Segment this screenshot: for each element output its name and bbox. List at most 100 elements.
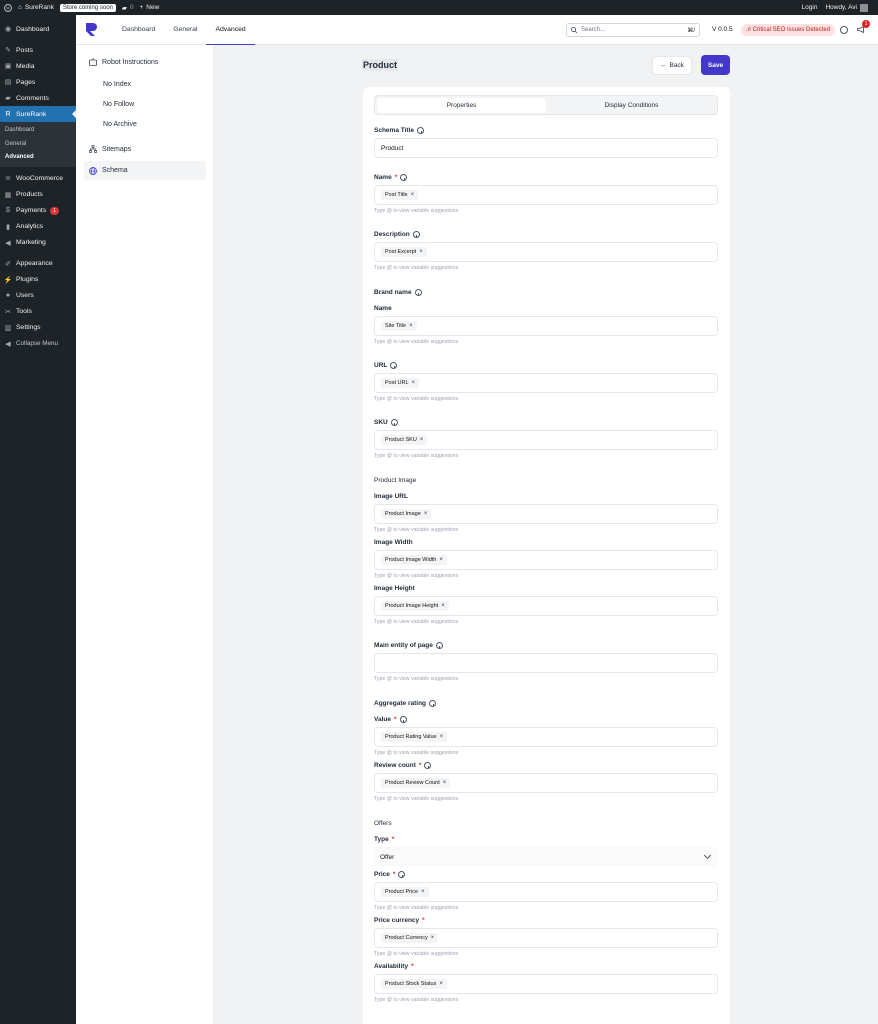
menu-collapse[interactable]: ◀ Collapse Menu (0, 336, 76, 352)
notifications-button[interactable]: 1 (857, 20, 870, 34)
tab-properties[interactable]: Properties (377, 98, 546, 113)
info-icon[interactable] (398, 871, 406, 878)
wordpress-logo-icon[interactable]: W (4, 3, 12, 12)
info-icon[interactable] (400, 174, 408, 181)
field-hint: Type @ to view variable suggestions (374, 527, 459, 533)
info-icon[interactable] (424, 762, 432, 769)
url-field[interactable]: Post URL × (374, 373, 718, 393)
store-status-badge[interactable]: Store coming soon (59, 3, 116, 12)
search-input[interactable]: Search... ⌘/ (566, 23, 700, 37)
info-icon[interactable] (435, 642, 443, 649)
image-height-label: Image Height (374, 585, 415, 592)
review-count-field[interactable]: Product Review Count × (374, 773, 718, 793)
remove-icon[interactable]: × (412, 380, 416, 386)
account-link[interactable]: Howdy, Avi (825, 3, 868, 12)
info-icon[interactable] (414, 289, 422, 296)
remove-icon[interactable]: × (419, 249, 423, 255)
menu-posts[interactable]: ✎ Posts (0, 42, 76, 58)
plugins-icon: ⚡ (3, 276, 13, 284)
remove-icon[interactable]: × (441, 603, 445, 609)
field-hint: Type @ to view variable suggestions (374, 339, 459, 345)
price-field[interactable]: Product Price × (374, 882, 718, 902)
menu-appearance[interactable]: ✐ Appearance (0, 256, 76, 272)
menu-media[interactable]: ▣ Media (0, 58, 76, 74)
submenu-advanced[interactable]: Advanced (0, 151, 76, 165)
image-width-field[interactable]: Product Image Width × (374, 550, 718, 570)
remove-icon[interactable]: × (440, 734, 444, 740)
remove-icon[interactable]: × (443, 780, 447, 786)
menu-woocommerce[interactable]: W WooCommerce (0, 171, 76, 187)
availability-field[interactable]: Product Stock Status × (374, 974, 718, 994)
name-field[interactable]: Post Title × (374, 185, 718, 205)
availability-label: Availability * (374, 963, 414, 970)
nav-sitemaps[interactable]: Sitemaps (89, 145, 131, 153)
rating-value-field[interactable]: Product Rating Value × (374, 727, 718, 747)
menu-analytics[interactable]: ▮ Analytics (0, 219, 76, 235)
menu-plugins[interactable]: ⚡ Plugins (0, 272, 76, 288)
nav-no-archive[interactable]: No Archive (103, 121, 137, 128)
info-icon[interactable] (429, 700, 437, 707)
new-content-link[interactable]: + New (140, 4, 160, 11)
remove-icon[interactable]: × (439, 557, 443, 563)
menu-users[interactable]: ● Users (0, 288, 76, 304)
remove-icon[interactable]: × (421, 889, 425, 895)
info-icon[interactable] (390, 419, 398, 426)
schema-title-input[interactable]: Product (374, 138, 718, 158)
globe-icon (89, 166, 97, 175)
tab-advanced[interactable]: Advanced (206, 15, 255, 45)
menu-dashboard[interactable]: ◉ Dashboard (0, 21, 76, 37)
image-url-field[interactable]: Product Image × (374, 504, 718, 524)
description-field[interactable]: Post Excerpt × (374, 242, 718, 262)
menu-products[interactable]: ▦ Products (0, 187, 76, 203)
pages-icon: ▤ (4, 79, 12, 86)
back-button[interactable]: ← Back (652, 56, 692, 75)
remove-icon[interactable]: × (411, 192, 415, 198)
remove-icon[interactable]: × (420, 437, 424, 443)
remove-icon[interactable]: × (439, 981, 443, 987)
nav-schema[interactable]: Schema (84, 161, 206, 180)
nav-no-follow[interactable]: No Follow (103, 101, 134, 108)
submenu-general[interactable]: General (0, 138, 76, 152)
remove-icon[interactable]: × (424, 511, 428, 517)
info-icon[interactable] (399, 716, 407, 723)
robot-icon (89, 58, 97, 66)
variable-chip: Product Image × (381, 509, 432, 519)
menu-surerank[interactable]: R SureRank (0, 106, 76, 122)
nav-no-index[interactable]: No Index (103, 81, 131, 88)
sku-field[interactable]: Product SKU × (374, 430, 718, 450)
brand-name-sublabel: Name (374, 305, 392, 312)
main-entity-field[interactable] (374, 653, 718, 673)
appearance-icon: ✐ (5, 260, 11, 268)
comments-link[interactable]: ▰ 0 (122, 4, 134, 12)
nav-robot-instructions[interactable]: Robot Instructions (89, 58, 158, 66)
help-icon[interactable] (840, 26, 848, 34)
info-icon[interactable] (412, 231, 420, 238)
menu-comments[interactable]: ▰ Comments (0, 90, 76, 106)
tab-display-conditions[interactable]: Display Conditions (546, 98, 717, 113)
tab-general[interactable]: General (164, 15, 206, 45)
submenu-dashboard[interactable]: Dashboard (0, 124, 76, 138)
info-icon[interactable] (416, 127, 424, 134)
menu-settings[interactable]: ▥ Settings (0, 320, 76, 336)
image-height-field[interactable]: Product Image Height × (374, 596, 718, 616)
menu-payments[interactable]: $ Payments 1 (0, 203, 76, 219)
marketing-icon: ◀ (5, 239, 11, 247)
remove-icon[interactable]: × (409, 323, 413, 329)
login-link[interactable]: Login (802, 4, 818, 11)
field-hint: Type @ to view variable suggestions (374, 997, 459, 1003)
admin-bar: W ⌂ SureRank Store coming soon ▰ 0 + New Lo… (0, 0, 878, 15)
info-icon[interactable] (390, 362, 398, 369)
schema-title-label: Schema Title (374, 127, 424, 134)
critical-issues-badge[interactable]: .ıl Critical SEO Issues Detected (741, 24, 836, 36)
remove-icon[interactable]: × (431, 935, 435, 941)
menu-pages[interactable]: ▤ Pages (0, 74, 76, 90)
menu-tools[interactable]: ✂ Tools (0, 304, 76, 320)
offer-type-select[interactable]: Offer (374, 847, 718, 867)
price-currency-field[interactable]: Product Currency × (374, 928, 718, 948)
site-name-link[interactable]: ⌂ SureRank (18, 4, 54, 11)
brand-name-field[interactable]: Site Title × (374, 316, 718, 336)
surerank-logo-icon[interactable] (86, 23, 97, 36)
menu-marketing[interactable]: ◀ Marketing (0, 235, 76, 251)
tab-dashboard[interactable]: Dashboard (113, 15, 164, 45)
save-button[interactable]: Save (701, 55, 730, 75)
